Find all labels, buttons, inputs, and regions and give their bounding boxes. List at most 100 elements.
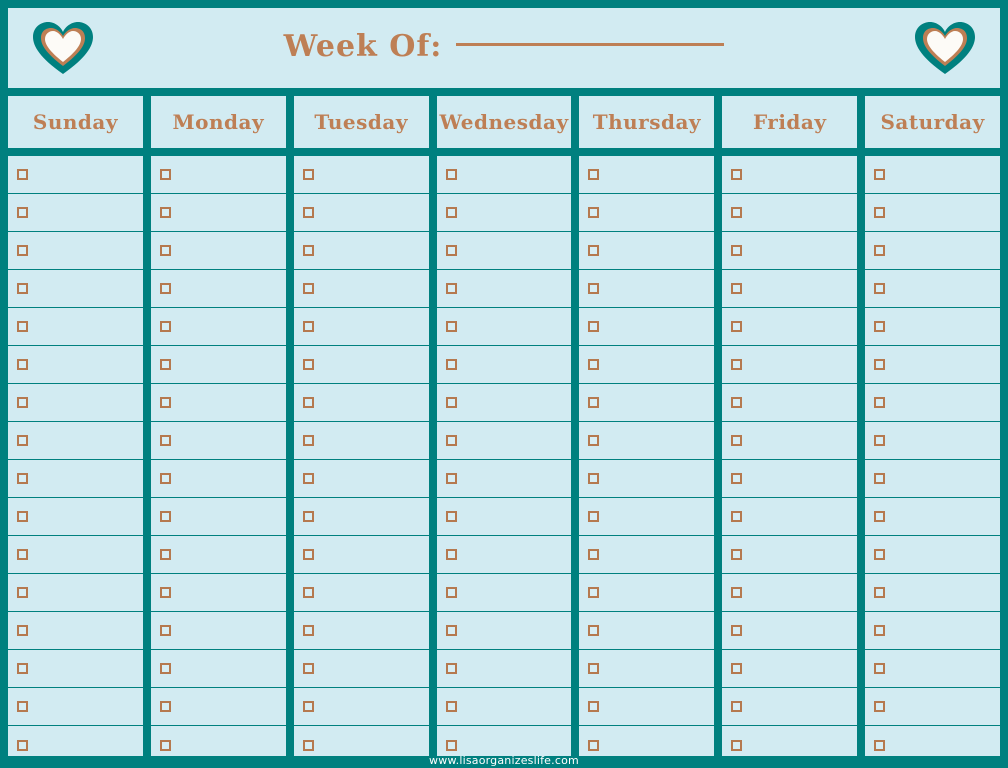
task-slot[interactable] [293, 232, 429, 270]
checkbox-empty-icon[interactable] [874, 511, 886, 522]
task-slot[interactable] [579, 688, 715, 726]
checkbox-empty-icon[interactable] [731, 283, 743, 294]
task-slot[interactable] [436, 194, 572, 232]
task-slot[interactable] [436, 422, 572, 460]
checkbox-empty-icon[interactable] [874, 739, 886, 751]
checkbox-empty-icon[interactable] [302, 435, 314, 446]
checkbox-empty-icon[interactable] [17, 739, 28, 751]
checkbox-empty-icon[interactable] [874, 321, 886, 332]
checkbox-empty-icon[interactable] [874, 549, 886, 560]
week-of-field[interactable]: Week Of: [104, 29, 904, 64]
checkbox-empty-icon[interactable] [874, 169, 886, 180]
task-slot[interactable] [293, 688, 429, 726]
task-slot[interactable] [722, 194, 858, 232]
task-slot[interactable] [8, 460, 143, 498]
checkbox-empty-icon[interactable] [17, 435, 28, 446]
task-slot[interactable] [8, 650, 143, 688]
checkbox-empty-icon[interactable] [874, 283, 886, 294]
checkbox-empty-icon[interactable] [159, 511, 171, 522]
checkbox-empty-icon[interactable] [588, 245, 600, 256]
checkbox-empty-icon[interactable] [302, 473, 314, 484]
checkbox-empty-icon[interactable] [302, 511, 314, 522]
task-slot[interactable] [150, 270, 286, 308]
checkbox-empty-icon[interactable] [17, 549, 28, 560]
checkbox-empty-icon[interactable] [159, 169, 171, 180]
task-slot[interactable] [151, 726, 286, 756]
checkbox-empty-icon[interactable] [731, 511, 743, 522]
task-slot[interactable] [865, 422, 1000, 460]
task-slot[interactable] [436, 574, 572, 612]
task-slot[interactable] [722, 688, 858, 726]
task-slot[interactable] [293, 650, 429, 688]
task-slot[interactable] [293, 384, 429, 422]
checkbox-empty-icon[interactable] [302, 701, 314, 712]
checkbox-empty-icon[interactable] [588, 549, 600, 560]
task-slot[interactable] [865, 574, 1000, 612]
task-slot[interactable] [722, 536, 858, 574]
checkbox-empty-icon[interactable] [588, 625, 600, 636]
task-slot[interactable] [8, 308, 143, 346]
task-slot[interactable] [8, 688, 143, 726]
checkbox-empty-icon[interactable] [17, 511, 28, 522]
checkbox-empty-icon[interactable] [588, 587, 600, 598]
checkbox-empty-icon[interactable] [445, 321, 457, 332]
checkbox-empty-icon[interactable] [445, 663, 457, 674]
checkbox-empty-icon[interactable] [588, 283, 600, 294]
checkbox-empty-icon[interactable] [159, 359, 171, 370]
task-slot[interactable] [150, 650, 286, 688]
checkbox-empty-icon[interactable] [445, 549, 457, 560]
checkbox-empty-icon[interactable] [731, 549, 743, 560]
task-slot[interactable] [722, 270, 858, 308]
task-slot[interactable] [865, 232, 1000, 270]
checkbox-empty-icon[interactable] [159, 207, 171, 218]
task-slot[interactable] [293, 460, 429, 498]
checkbox-empty-icon[interactable] [445, 435, 457, 446]
checkbox-empty-icon[interactable] [445, 511, 457, 522]
task-slot[interactable] [722, 422, 858, 460]
checkbox-empty-icon[interactable] [445, 739, 457, 751]
checkbox-empty-icon[interactable] [874, 625, 886, 636]
task-slot[interactable] [293, 270, 429, 308]
checkbox-empty-icon[interactable] [17, 359, 28, 370]
task-slot[interactable] [436, 384, 572, 422]
checkbox-empty-icon[interactable] [588, 169, 600, 180]
checkbox-empty-icon[interactable] [302, 549, 314, 560]
checkbox-empty-icon[interactable] [588, 663, 600, 674]
task-slot[interactable] [579, 498, 715, 536]
task-slot[interactable] [722, 498, 858, 536]
task-slot[interactable] [865, 270, 1000, 308]
task-slot[interactable] [865, 612, 1000, 650]
checkbox-empty-icon[interactable] [731, 473, 743, 484]
checkbox-empty-icon[interactable] [874, 359, 886, 370]
task-slot[interactable] [579, 194, 715, 232]
checkbox-empty-icon[interactable] [731, 321, 743, 332]
task-slot[interactable] [865, 346, 1000, 384]
task-slot[interactable] [722, 612, 858, 650]
task-slot[interactable] [865, 384, 1000, 422]
checkbox-empty-icon[interactable] [588, 359, 600, 370]
task-slot[interactable] [293, 498, 429, 536]
task-slot[interactable] [293, 156, 429, 194]
checkbox-empty-icon[interactable] [17, 625, 28, 636]
checkbox-empty-icon[interactable] [17, 473, 28, 484]
checkbox-empty-icon[interactable] [302, 625, 314, 636]
checkbox-empty-icon[interactable] [302, 663, 314, 674]
task-slot[interactable] [579, 346, 715, 384]
checkbox-empty-icon[interactable] [731, 359, 743, 370]
task-slot[interactable] [8, 612, 143, 650]
task-slot[interactable] [579, 612, 715, 650]
task-slot[interactable] [150, 156, 286, 194]
checkbox-empty-icon[interactable] [731, 245, 743, 256]
checkbox-empty-icon[interactable] [159, 321, 171, 332]
task-slot[interactable] [579, 384, 715, 422]
checkbox-empty-icon[interactable] [159, 435, 171, 446]
task-slot[interactable] [722, 574, 858, 612]
task-slot[interactable] [722, 156, 858, 194]
task-slot[interactable] [722, 726, 857, 756]
task-slot[interactable] [8, 384, 143, 422]
task-slot[interactable] [436, 612, 572, 650]
checkbox-empty-icon[interactable] [17, 587, 28, 598]
task-slot[interactable] [8, 346, 143, 384]
task-slot[interactable] [579, 574, 715, 612]
task-slot[interactable] [8, 726, 143, 756]
